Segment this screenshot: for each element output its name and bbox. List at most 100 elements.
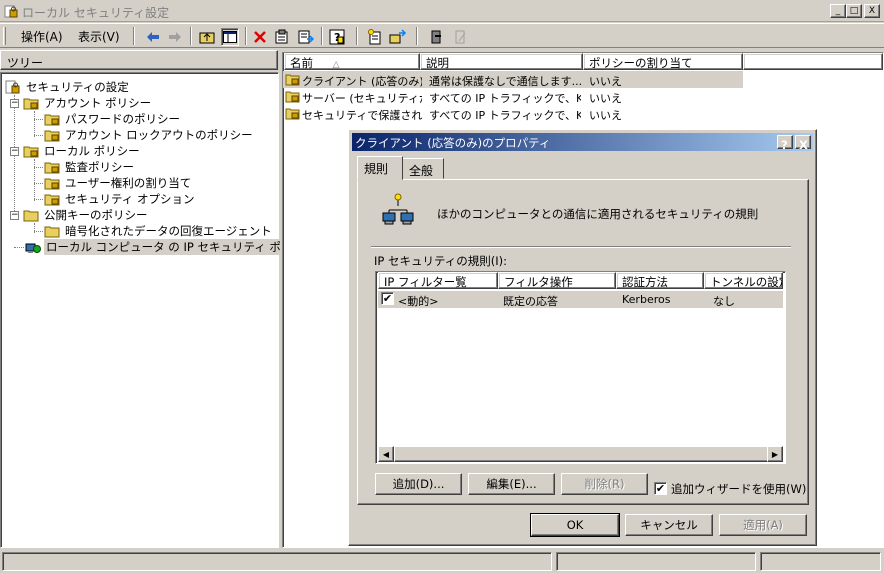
policy-row[interactable]: セキュリティで保護され... すべての IP トラフィックで、Ker... いい… — [283, 105, 743, 122]
properties-dialog: クライアント (応答のみ)のプロパティ ? X 規則 全般 ほかのコンピュータと… — [348, 129, 817, 546]
folder-lock-icon — [23, 146, 39, 158]
policy-description: 通常は保護なしで通信します... — [429, 75, 581, 88]
button-label: キャンセル — [640, 518, 698, 532]
column-header-description[interactable]: 説明 — [420, 53, 583, 70]
tree-node-label: アカウント ロックアウトのポリシー — [65, 128, 253, 142]
tab-general[interactable]: 全般 — [402, 158, 444, 179]
folder-lock-icon — [44, 194, 60, 206]
tree-node-lockout-policy[interactable]: アカウント ロックアウトのポリシー — [44, 127, 255, 143]
dialog-close-button[interactable]: X — [795, 135, 811, 152]
manage-filters-icon[interactable] — [389, 28, 407, 46]
rules-column-action[interactable]: フィルタ操作 — [498, 272, 616, 289]
tree-node-label: ローカル コンピュータ の IP セキュリティ ポリシー — [44, 239, 318, 255]
dialog-title-bar[interactable]: クライアント (応答のみ)のプロパティ ? X — [352, 133, 813, 152]
edit-button[interactable]: 編集(E)... — [468, 473, 555, 495]
status-bar — [0, 550, 884, 573]
tree-pane[interactable]: セキュリティの設定 − アカウント ポリシー パスワードのポリシー アカウント … — [0, 72, 318, 548]
rules-column-filter[interactable]: IP フィルター覧 — [378, 272, 498, 289]
maximize-button[interactable]: □ — [846, 4, 862, 18]
rules-column-auth[interactable]: 認証方法 — [616, 272, 704, 289]
tab-label: 全般 — [409, 164, 434, 178]
tree-tab-header[interactable]: ツリー — [0, 50, 278, 70]
toolbar-separator — [133, 27, 135, 45]
wizard-checkbox[interactable]: ✔ — [654, 482, 667, 495]
column-label: 認証方法 — [622, 275, 668, 289]
rule-action: 既定の応答 — [503, 295, 558, 308]
toolbar: 操作(A) 表示(V) ? — [0, 23, 884, 48]
collapse-icon[interactable]: − — [10, 146, 19, 156]
assign-policy-icon[interactable] — [428, 28, 446, 46]
tree-node-account-policy[interactable]: − アカウント ポリシー — [10, 95, 153, 111]
rules-list[interactable]: IP フィルター覧 フィルタ操作 認証方法 トンネルの設定 ✔ <動的> 既定の… — [375, 271, 786, 464]
policy-name: クライアント (応答のみ) — [302, 75, 422, 88]
toolbar-separator — [416, 27, 418, 45]
tree-connector — [34, 111, 35, 137]
network-computers-icon — [382, 193, 414, 225]
horizontal-scrollbar[interactable]: ◀ ▶ — [378, 446, 783, 462]
tree-node-recovery-agent[interactable]: 暗号化されたデータの回復エージェント — [44, 223, 274, 239]
column-header-assigned[interactable]: ポリシーの割り当て — [583, 53, 743, 70]
apply-button[interactable]: 適用(A) — [719, 514, 807, 536]
ok-button[interactable]: OK — [530, 513, 620, 537]
scroll-right-icon[interactable]: ▶ — [767, 446, 783, 462]
properties-icon[interactable] — [273, 28, 291, 46]
window-title: ローカル セキュリティ設定 — [22, 6, 170, 20]
collapse-icon[interactable]: − — [10, 98, 19, 108]
forward-arrow-icon[interactable] — [166, 28, 184, 46]
tree-node-password-policy[interactable]: パスワードのポリシー — [44, 111, 182, 127]
tree-node-label: セキュリティの設定 — [26, 80, 129, 94]
show-tree-icon[interactable] — [221, 28, 239, 46]
policy-description: すべての IP トラフィックで、Ker... — [429, 92, 581, 105]
rule-row[interactable]: ✔ <動的> 既定の応答 Kerberos なし — [378, 291, 783, 308]
policy-row[interactable]: クライアント (応答のみ) 通常は保護なしで通信します... いいえ — [283, 71, 743, 88]
close-button[interactable]: X — [864, 4, 880, 18]
policy-row[interactable]: サーバー (セキュリティが... すべての IP トラフィックで、Ker... … — [283, 88, 743, 105]
tree-node-label: 公開キーのポリシー — [44, 208, 148, 222]
tree-node-user-rights[interactable]: ユーザー権利の割り当て — [44, 175, 193, 191]
cancel-button[interactable]: キャンセル — [625, 514, 713, 536]
help-button[interactable]: ? — [777, 135, 793, 152]
back-arrow-icon[interactable] — [144, 28, 162, 46]
column-label: IP フィルター覧 — [384, 275, 467, 289]
column-label: フィルタ操作 — [504, 275, 573, 289]
scroll-thumb[interactable] — [394, 446, 776, 462]
tree-node-label: 監査ポリシー — [65, 160, 134, 174]
collapse-icon[interactable]: − — [10, 210, 19, 220]
remove-button[interactable]: 削除(R) — [561, 473, 648, 495]
toolbar-separator — [245, 27, 247, 45]
maximize-icon: □ — [849, 5, 859, 16]
tree-node-public-key-policy[interactable]: − 公開キーのポリシー — [10, 207, 150, 223]
policy-icon — [285, 74, 300, 86]
unassign-policy-icon[interactable] — [452, 28, 470, 46]
delete-icon[interactable] — [251, 28, 269, 46]
tree-node-security-options[interactable]: セキュリティ オプション — [44, 191, 196, 207]
tree-node-ip-security[interactable]: ローカル コンピュータ の IP セキュリティ ポリシー — [25, 239, 318, 255]
tree-connector — [34, 119, 43, 120]
tree-connector — [34, 183, 43, 184]
tree-connector — [34, 167, 43, 168]
tree-node-audit-policy[interactable]: 監査ポリシー — [44, 159, 136, 175]
tree-node-local-policy[interactable]: − ローカル ポリシー — [10, 143, 142, 159]
close-icon: X — [799, 138, 808, 152]
security-settings-icon — [5, 80, 20, 94]
rule-checkbox[interactable]: ✔ — [381, 292, 394, 305]
toolbar-separator — [356, 27, 358, 45]
tree-node-security-settings[interactable]: セキュリティの設定 — [5, 79, 131, 95]
policy-assigned: いいえ — [589, 92, 622, 105]
export-list-icon[interactable] — [297, 28, 315, 46]
add-button[interactable]: 追加(D)... — [375, 473, 462, 495]
help-icon[interactable]: ? — [328, 28, 346, 46]
tab-rules[interactable]: 規則 — [357, 156, 403, 180]
column-label: ポリシーの割り当て — [589, 56, 693, 70]
column-header-name[interactable]: 名前 △ — [284, 53, 420, 70]
rules-column-tunnel[interactable]: トンネルの設定 — [704, 272, 783, 289]
menu-view[interactable]: 表示(V) — [75, 28, 123, 45]
new-policy-icon[interactable] — [366, 28, 384, 46]
dialog-description: ほかのコンピュータとの通信に適用されるセキュリティの規則 — [437, 207, 759, 221]
minimize-button[interactable]: _ — [830, 4, 846, 18]
up-folder-icon[interactable] — [198, 28, 216, 46]
tree-node-label: パスワードのポリシー — [65, 112, 180, 126]
scroll-left-icon[interactable]: ◀ — [378, 446, 394, 462]
policy-description: すべての IP トラフィックで、Ker... — [429, 109, 581, 122]
menu-action[interactable]: 操作(A) — [18, 28, 66, 45]
